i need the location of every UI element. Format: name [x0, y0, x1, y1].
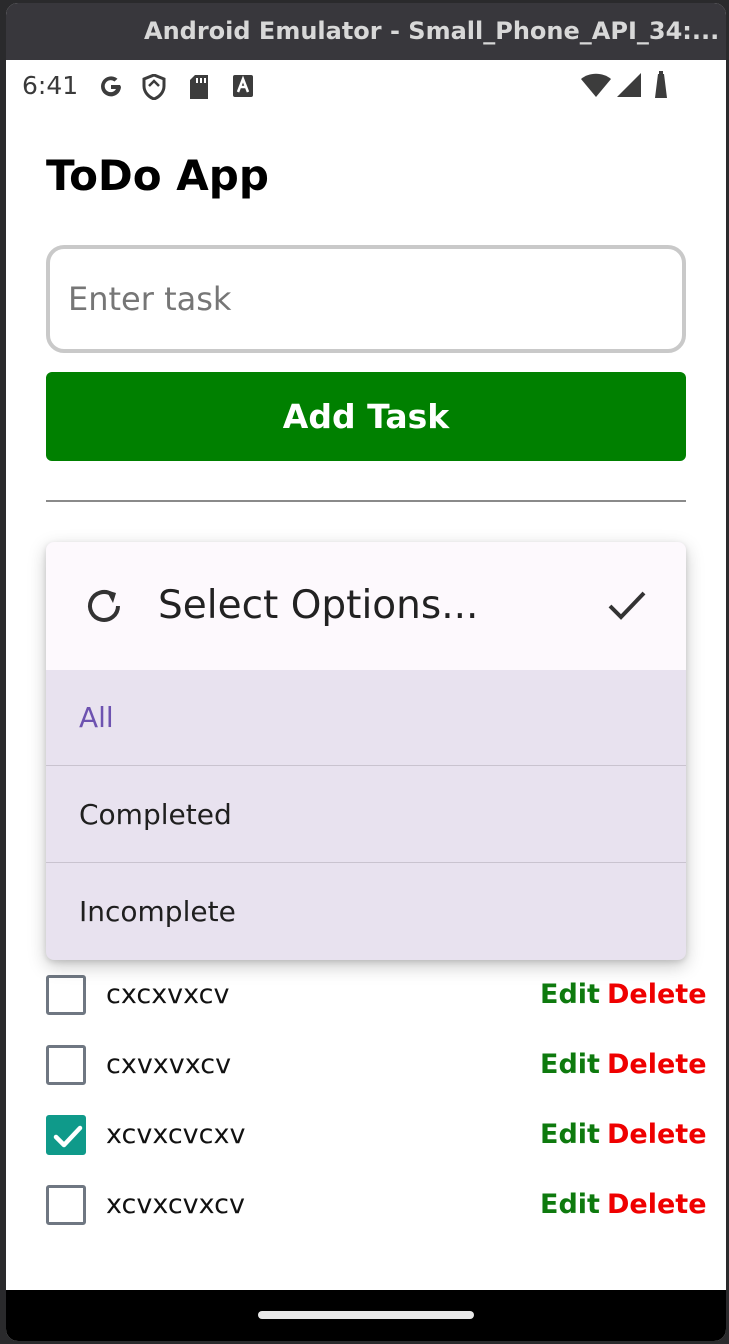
filter-dropdown-header[interactable]: Select Options... [46, 542, 686, 670]
delete-button[interactable]: Delete [607, 1187, 707, 1223]
delete-button[interactable]: Delete [607, 1117, 707, 1153]
refresh-icon[interactable] [82, 584, 126, 633]
task-checkbox[interactable] [46, 1185, 86, 1225]
delete-button[interactable]: Delete [607, 977, 707, 1013]
status-bar: 6:41 [6, 60, 726, 112]
filter-dropdown-placeholder: Select Options... [158, 583, 479, 628]
filter-option-all[interactable]: All [46, 670, 686, 766]
task-text: cxcxvxcv [106, 979, 230, 1010]
delete-button[interactable]: Delete [607, 1047, 707, 1083]
google-g-icon [98, 74, 124, 105]
task-text: xcvxcvxcv [106, 1189, 245, 1220]
filter-option-label: All [79, 701, 114, 734]
task-row: xcvxcvcxv Edit Delete [46, 1115, 707, 1155]
edit-button[interactable]: Edit [540, 1117, 600, 1153]
wifi-icon [580, 72, 612, 103]
filter-option-label: Incomplete [79, 895, 236, 928]
edit-button[interactable]: Edit [540, 1047, 600, 1083]
sd-card-icon [188, 74, 210, 105]
edit-button[interactable]: Edit [540, 977, 600, 1013]
task-row: cxvxvxcv Edit Delete [46, 1045, 707, 1085]
home-gesture-bar[interactable] [258, 1311, 474, 1319]
task-checkbox[interactable] [46, 1045, 86, 1085]
app-title: ToDo App [46, 151, 269, 200]
filter-option-completed[interactable]: Completed [46, 767, 686, 863]
check-icon[interactable] [606, 588, 648, 629]
edit-button[interactable]: Edit [540, 1187, 600, 1223]
task-row: xcvxcvxcv Edit Delete [46, 1185, 707, 1225]
navigation-bar [6, 1290, 726, 1341]
emulator-window: Android Emulator - Small_Phone_API_34:..… [6, 3, 726, 1341]
checkmark-icon [53, 1125, 83, 1148]
task-row: cxcxvxcv Edit Delete [46, 975, 707, 1015]
add-task-button[interactable]: Add Task [46, 372, 686, 461]
filter-option-label: Completed [79, 798, 232, 831]
task-text: xcvxcvcxv [106, 1119, 246, 1150]
filter-option-incomplete[interactable]: Incomplete [46, 864, 686, 960]
task-input[interactable] [46, 245, 686, 353]
text-a-icon [232, 74, 254, 103]
status-time: 6:41 [22, 71, 79, 100]
shield-icon [142, 73, 166, 105]
filter-dropdown: Select Options... All Completed Incomple… [46, 542, 686, 960]
cellular-signal-icon [616, 72, 642, 103]
window-titlebar[interactable]: Android Emulator - Small_Phone_API_34:..… [6, 3, 726, 60]
task-text: cxvxvxcv [106, 1049, 232, 1080]
task-checkbox[interactable] [46, 975, 86, 1015]
task-checkbox-checked[interactable] [46, 1115, 86, 1155]
battery-icon [654, 71, 668, 104]
window-title: Android Emulator - Small_Phone_API_34:..… [144, 17, 720, 45]
divider [46, 500, 686, 502]
